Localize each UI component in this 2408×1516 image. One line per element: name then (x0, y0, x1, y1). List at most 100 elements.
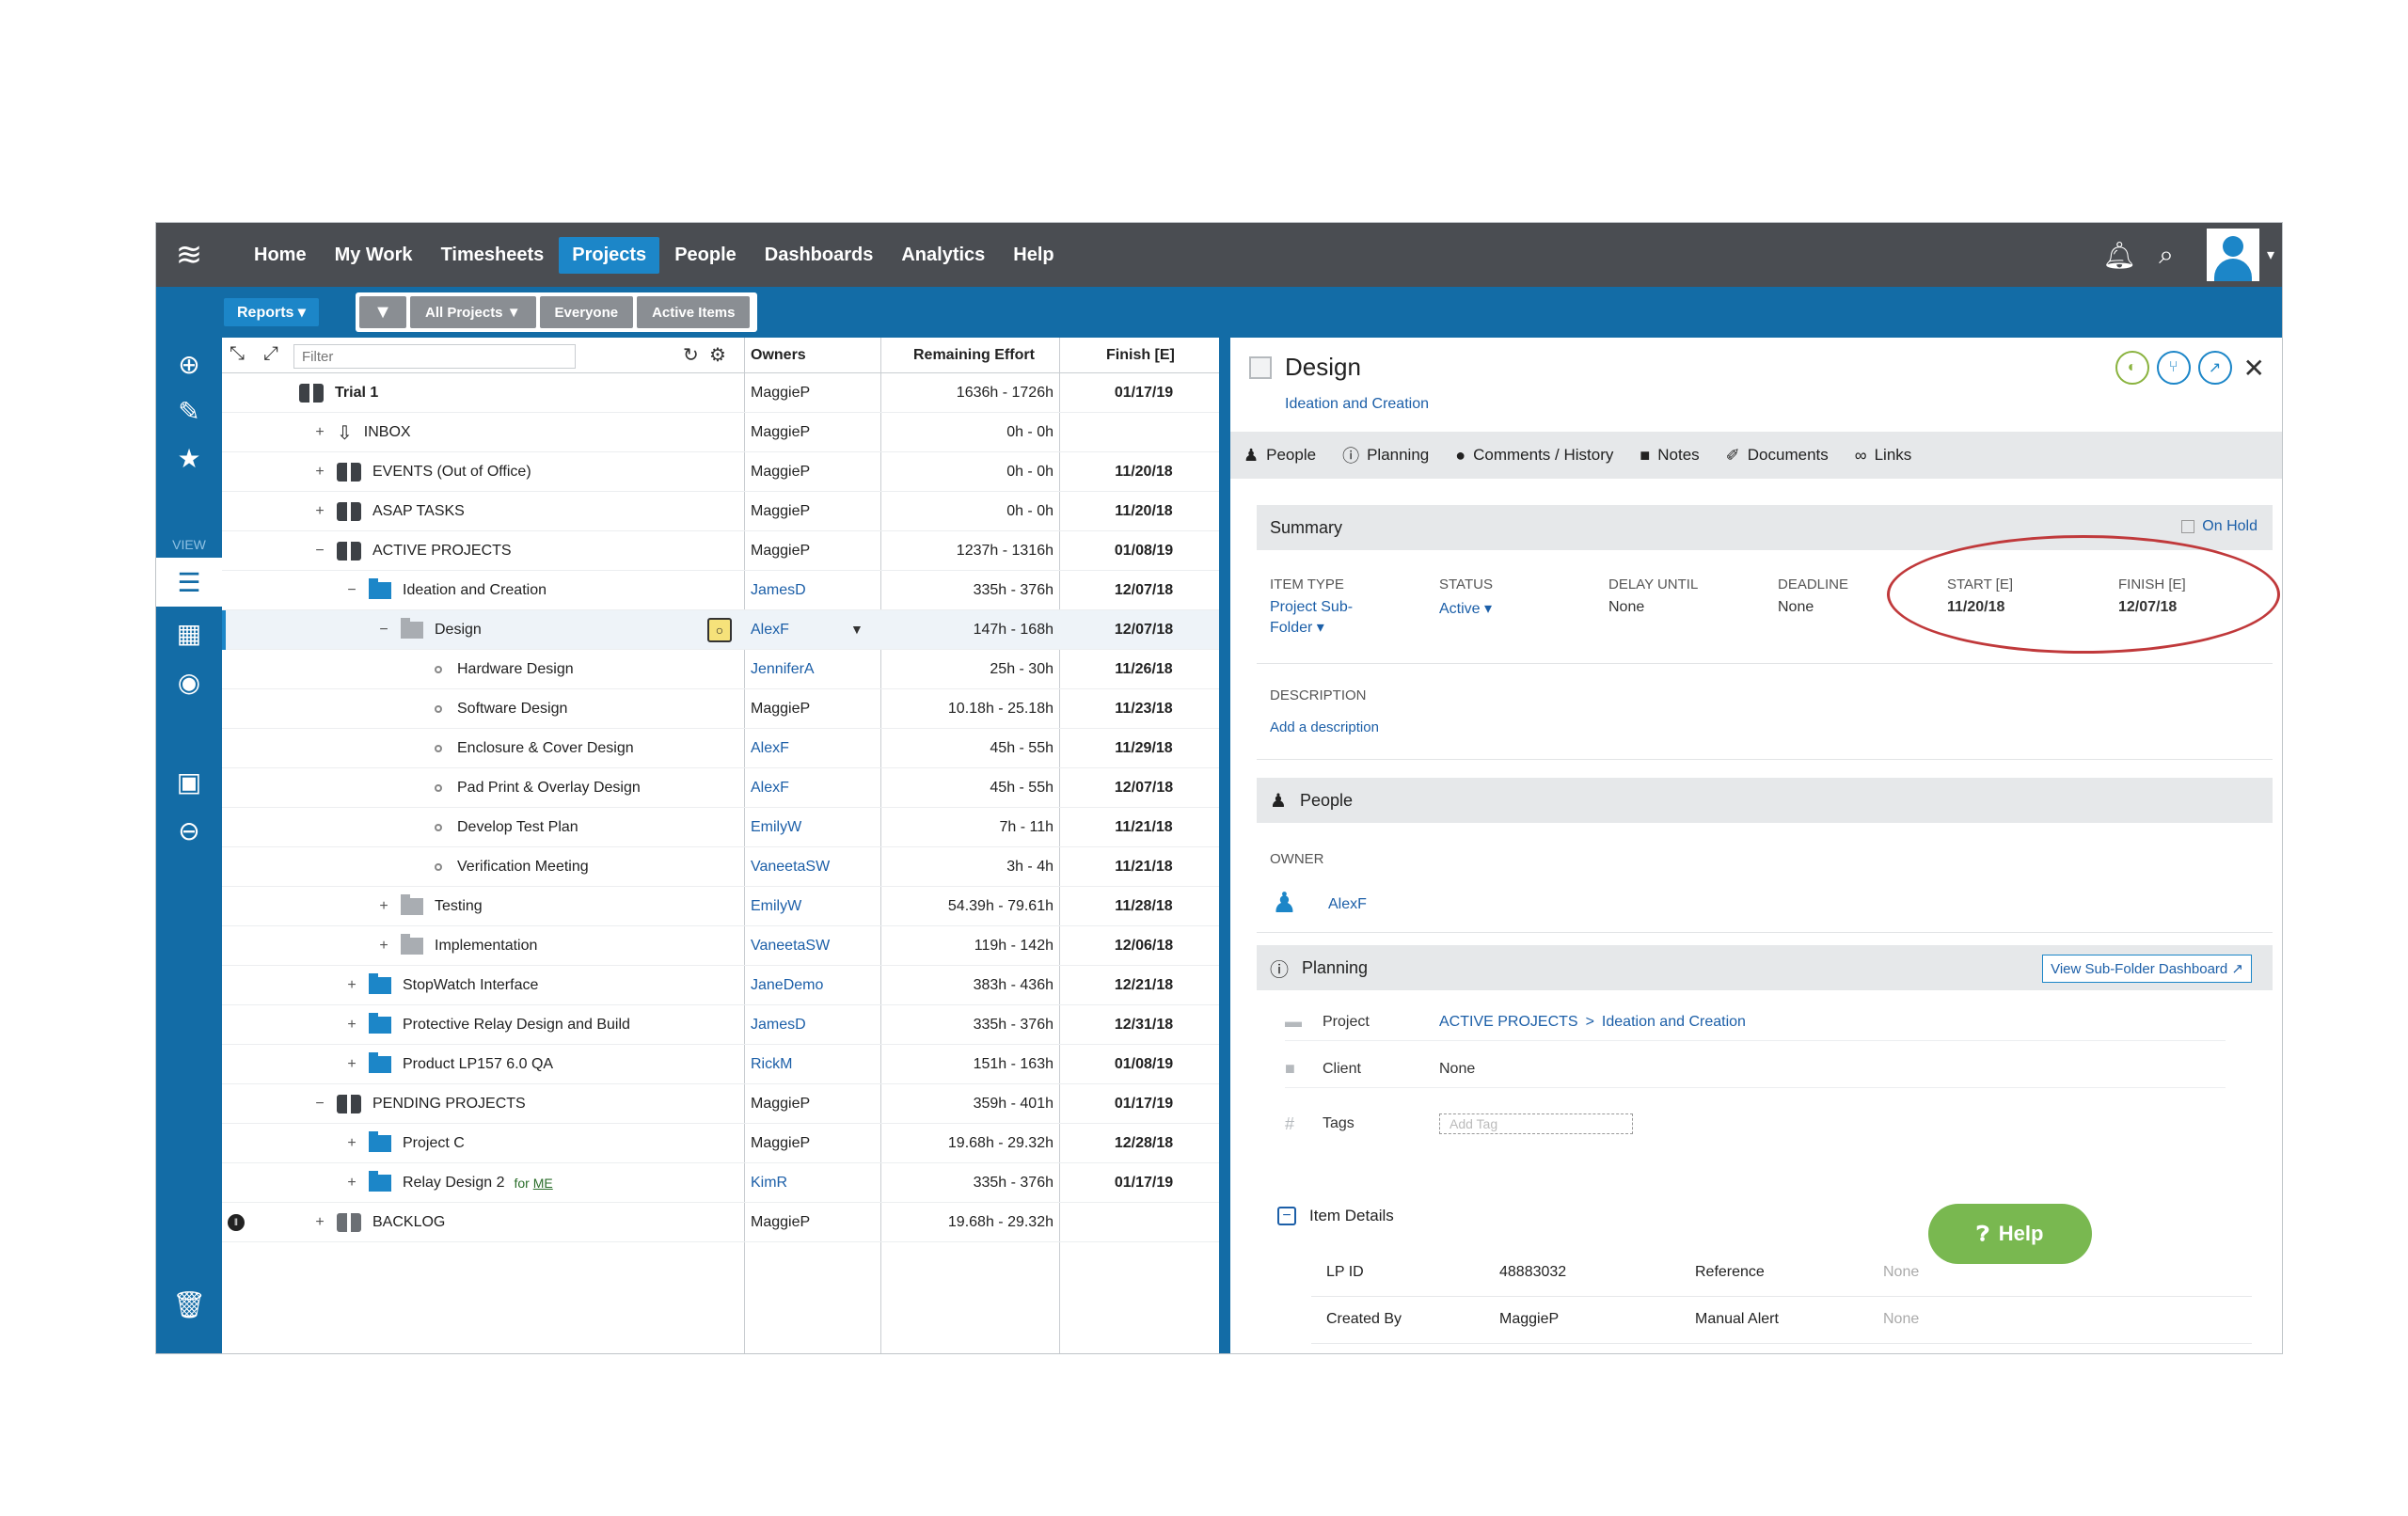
row-owner[interactable]: JamesD (751, 571, 806, 610)
expand-icon[interactable]: + (344, 1175, 359, 1192)
expand-icon[interactable]: + (344, 1056, 359, 1073)
share-icon[interactable]: ⑂ (2156, 351, 2191, 385)
tab-planning[interactable]: ⓘ Planning (1342, 443, 1429, 467)
nav-analytics[interactable]: Analytics (888, 237, 998, 274)
add-description-link[interactable]: Add a description (1270, 719, 1379, 735)
nav-timesheets[interactable]: Timesheets (428, 237, 558, 274)
tab-links[interactable]: ∞ Links (1855, 446, 1912, 466)
collapse-all-icon[interactable]: ⤡ (230, 343, 245, 365)
tree-filter-input[interactable] (293, 344, 576, 369)
tree-view-icon[interactable]: ☰ (156, 567, 222, 598)
owner-value[interactable]: AlexF (1328, 896, 1367, 913)
pencil-icon[interactable]: ✎ (156, 396, 222, 427)
bell-icon[interactable]: 🔔︎ (2096, 240, 2143, 271)
avatar[interactable] (2207, 229, 2259, 281)
nav-help[interactable]: Help (1000, 237, 1067, 274)
complete-checkbox[interactable] (1249, 355, 1272, 379)
status-dropdown[interactable]: Active ▾ (1439, 599, 1492, 618)
tree-row[interactable]: − Ideation and Creation JamesD 335h - 376… (222, 571, 1219, 610)
row-owner[interactable]: AlexF (751, 768, 789, 808)
tree-row[interactable]: + Product LP157 6.0 QA RickM 151h - 163h … (222, 1045, 1219, 1084)
row-owner[interactable]: AlexF (751, 610, 789, 650)
client-value[interactable]: None (1439, 1061, 1475, 1078)
row-owner[interactable]: MaggieP (751, 413, 810, 452)
item-type-value[interactable]: Project Sub- (1270, 599, 1353, 616)
tab-comments[interactable]: ● Comments / History (1455, 446, 1613, 466)
row-owner[interactable]: KimR (751, 1163, 787, 1203)
expand-all-icon[interactable]: ⤢ (263, 343, 278, 365)
expand-icon[interactable]: + (376, 898, 391, 915)
item-type-value-2[interactable]: Folder ▾ (1270, 618, 1324, 637)
expand-icon[interactable]: + (312, 464, 327, 481)
tree-row[interactable]: Verification Meeting VaneetaSW 3h - 4h 1… (222, 847, 1219, 887)
row-owner[interactable]: JaneDemo (751, 966, 823, 1005)
nav-home[interactable]: Home (241, 237, 320, 274)
nav-projects[interactable]: Projects (559, 236, 660, 274)
tree-row[interactable]: + Project C MaggieP 19.68h - 29.32h 12/28… (222, 1124, 1219, 1163)
delay-until-value[interactable]: None (1608, 599, 1644, 616)
row-owner[interactable]: MaggieP (751, 452, 810, 492)
tree-row[interactable]: Software Design MaggieP 10.18h - 25.18h … (222, 689, 1219, 729)
row-owner[interactable]: MaggieP (751, 689, 810, 729)
timeline-view-icon[interactable]: ◉ (156, 667, 222, 698)
row-owner[interactable]: RickM (751, 1045, 792, 1084)
trash-icon[interactable]: 🗑︎ (156, 1289, 222, 1320)
everyone-filter[interactable]: Everyone (539, 296, 634, 328)
owner-dropdown-icon[interactable]: ▼ (850, 622, 863, 637)
item-details-header[interactable]: − Item Details (1277, 1207, 1394, 1225)
expand-icon[interactable]: + (376, 938, 391, 955)
board-view-icon[interactable]: ▦ (156, 618, 222, 649)
tree-row[interactable]: + StopWatch Interface JaneDemo 383h - 436… (222, 966, 1219, 1005)
row-owner[interactable]: MaggieP (751, 1124, 810, 1163)
expand-icon[interactable]: ↗ (2197, 351, 2232, 385)
tree-row-selected[interactable]: − Design ○ AlexF ▼ 147h - 168h 12/07/18 (222, 610, 1219, 650)
row-owner[interactable]: VaneetaSW (751, 926, 830, 966)
nav-dashboards[interactable]: Dashboards (752, 237, 887, 274)
row-owner[interactable]: MaggieP (751, 1084, 810, 1124)
app-logo-icon[interactable]: ≋ (156, 223, 222, 287)
nav-my-work[interactable]: My Work (322, 237, 426, 274)
expand-icon[interactable]: + (344, 977, 359, 994)
close-icon[interactable]: ✕ (2243, 353, 2265, 384)
row-owner[interactable]: MaggieP (751, 531, 810, 571)
nav-people[interactable]: People (661, 237, 750, 274)
add-icon[interactable]: ⊕ (156, 349, 222, 380)
tree-row[interactable]: Pad Print & Overlay Design AlexF 45h - 5… (222, 768, 1219, 808)
expand-icon[interactable]: + (344, 1135, 359, 1152)
help-button[interactable]: ❓︎ Help (1928, 1204, 2092, 1264)
tree-row[interactable]: + ⇩ INBOX MaggieP 0h - 0h (222, 413, 1219, 452)
star-icon[interactable]: ★ (156, 443, 222, 474)
tree-row[interactable]: Trial 1 MaggieP 1636h - 1726h 01/17/19 (222, 373, 1219, 413)
detail-parent-link[interactable]: Ideation and Creation (1285, 396, 1429, 413)
collapse-icon[interactable]: − (312, 1096, 327, 1113)
collapse-icon[interactable]: − (376, 622, 391, 639)
project-path-1[interactable]: ACTIVE PROJECTS (1439, 1014, 1578, 1031)
search-icon[interactable]: ⌕ (2143, 240, 2190, 271)
row-owner[interactable]: JenniferA (751, 650, 815, 689)
rss-icon[interactable]: ◐ (2115, 351, 2149, 385)
all-projects-filter[interactable]: All Projects ▼ (410, 296, 536, 328)
row-owner[interactable]: MaggieP (751, 492, 810, 531)
tree-row[interactable]: Hardware Design JenniferA 25h - 30h 11/2… (222, 650, 1219, 689)
tab-notes[interactable]: ■ Notes (1640, 446, 1699, 466)
collapse-icon[interactable]: − (312, 543, 327, 560)
tab-documents[interactable]: ✐ Documents (1726, 446, 1829, 466)
row-owner[interactable]: AlexF (751, 729, 789, 768)
pause-icon[interactable]: ‖ (228, 1214, 245, 1231)
tree-row[interactable]: + Protective Relay Design and Build James… (222, 1005, 1219, 1045)
active-items-filter[interactable]: Active Items (637, 296, 751, 328)
tree-row[interactable]: ‖ + BACKLOG MaggieP 19.68h - 29.32h (222, 1203, 1219, 1242)
deadline-value[interactable]: None (1778, 599, 1814, 616)
row-owner[interactable]: EmilyW (751, 887, 801, 926)
gear-icon[interactable]: ⚙ (709, 343, 726, 367)
tree-row[interactable]: + Implementation VaneetaSW 119h - 142h 12… (222, 926, 1219, 966)
col-finish[interactable]: Finish [E] (1106, 338, 1175, 373)
reports-button[interactable]: Reports ▾ (224, 298, 319, 326)
collapse-icon[interactable]: − (344, 582, 359, 599)
col-remaining-effort[interactable]: Remaining Effort (913, 338, 1035, 373)
collapse-icon[interactable]: − (1277, 1207, 1296, 1225)
row-owner[interactable]: MaggieP (751, 1203, 810, 1242)
tab-people[interactable]: ♟ People (1244, 446, 1316, 466)
tree-row[interactable]: Develop Test Plan EmilyW 7h - 11h 11/21/… (222, 808, 1219, 847)
on-hold-checkbox[interactable] (2181, 520, 2195, 533)
